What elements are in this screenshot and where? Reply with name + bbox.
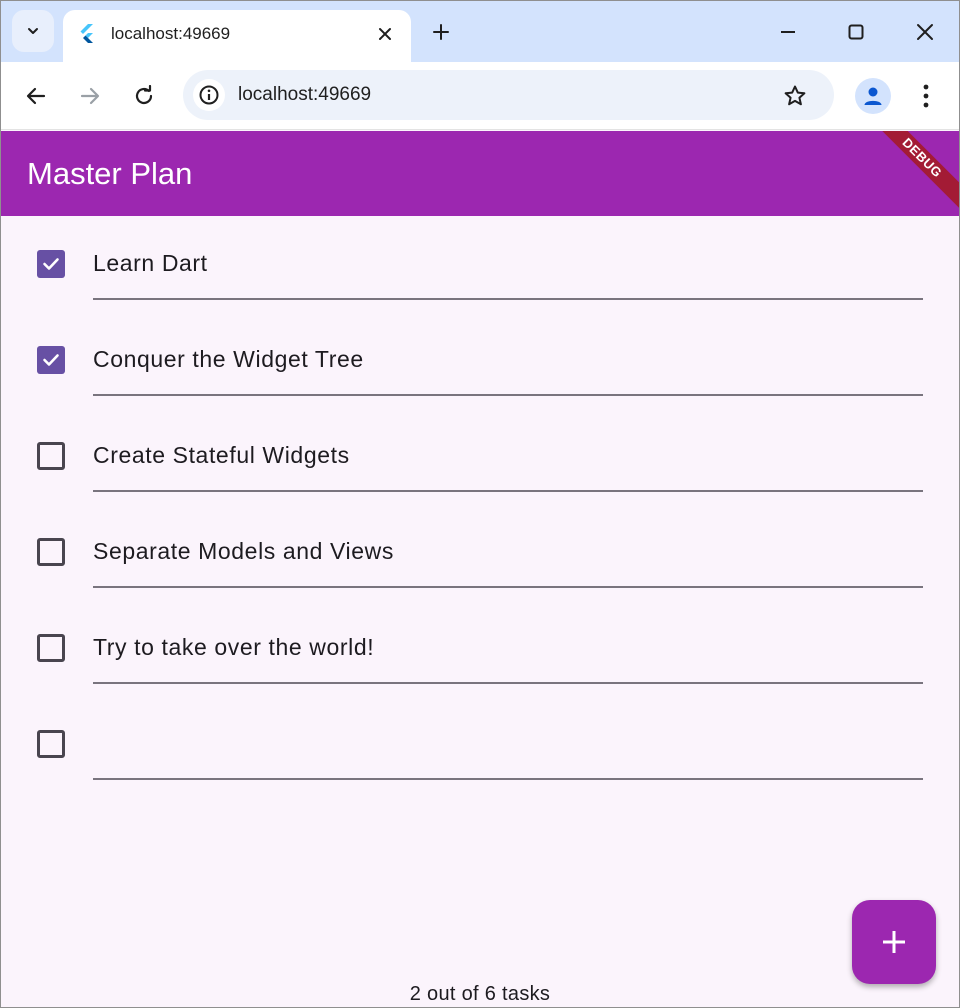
maximize-icon	[848, 24, 864, 40]
task-checkbox[interactable]	[37, 442, 65, 470]
reload-icon	[135, 85, 153, 105]
task-description-field[interactable]: Learn Dart	[93, 250, 208, 277]
task-description-field[interactable]: Try to take over the world!	[93, 634, 374, 661]
text-field-underline	[93, 298, 923, 300]
tab-strip: localhost:49669	[1, 1, 959, 62]
list-item: Learn Dart	[1, 216, 959, 312]
task-checkbox[interactable]	[37, 538, 65, 566]
task-checkbox[interactable]	[37, 346, 65, 374]
task-checkbox[interactable]	[37, 634, 65, 662]
text-field-underline	[93, 394, 923, 396]
profile-button[interactable]	[855, 78, 891, 114]
minimize-button[interactable]	[770, 15, 806, 49]
person-icon	[864, 87, 882, 105]
add-icon	[883, 931, 905, 953]
check-icon	[43, 258, 59, 270]
debug-banner: DEBUG	[862, 131, 959, 216]
page-title: Master Plan	[27, 156, 193, 191]
task-description-field[interactable]: Create Stateful Widgets	[93, 442, 350, 469]
reload-button[interactable]	[127, 79, 161, 113]
list-item: Try to take over the world!	[1, 600, 959, 696]
task-checkbox[interactable]	[37, 730, 65, 758]
browser-window: localhost:49669 localhost:49669 Master P…	[0, 0, 960, 1008]
task-checkbox[interactable]	[37, 250, 65, 278]
text-field-underline	[93, 586, 923, 588]
browser-tab[interactable]: localhost:49669	[63, 10, 411, 62]
add-task-button[interactable]	[852, 900, 936, 984]
site-info-button[interactable]	[193, 79, 225, 111]
bookmark-button[interactable]	[781, 82, 809, 110]
check-icon	[43, 354, 59, 366]
star-icon	[784, 85, 806, 106]
tab-close-button[interactable]	[373, 22, 397, 46]
url-text[interactable]: localhost:49669	[238, 84, 371, 106]
close-window-button[interactable]	[907, 15, 943, 49]
list-item: Separate Models and Views	[1, 504, 959, 600]
text-field-underline	[93, 682, 923, 684]
list-item: Create Stateful Widgets	[1, 408, 959, 504]
task-description-field[interactable]: Separate Models and Views	[93, 538, 394, 565]
arrow-left-icon	[26, 87, 46, 105]
list-item	[1, 696, 959, 792]
tab-search-button[interactable]	[12, 10, 54, 52]
flutter-logo-icon	[80, 24, 93, 43]
address-bar[interactable]: localhost:49669	[183, 70, 834, 120]
chevron-down-icon	[28, 28, 38, 34]
browser-menu-button[interactable]	[911, 79, 941, 113]
task-progress-text: 2 out of 6 tasks	[409, 983, 551, 1005]
new-tab-button[interactable]	[427, 18, 455, 46]
close-icon	[379, 28, 391, 40]
plus-icon	[433, 24, 449, 40]
text-field-underline	[93, 778, 923, 780]
tab-title: localhost:49669	[111, 24, 231, 43]
forward-button[interactable]	[73, 79, 107, 113]
list-item: Conquer the Widget Tree	[1, 312, 959, 408]
back-button[interactable]	[19, 79, 53, 113]
maximize-button[interactable]	[838, 15, 874, 49]
close-icon	[917, 24, 933, 40]
info-icon	[199, 85, 219, 105]
minimize-icon	[781, 31, 795, 33]
more-vert-icon	[923, 84, 929, 108]
browser-toolbar: localhost:49669	[1, 62, 959, 130]
task-description-field[interactable]: Conquer the Widget Tree	[93, 346, 364, 373]
app-bar: Master Plan DEBUG	[1, 131, 959, 216]
text-field-underline	[93, 490, 923, 492]
arrow-right-icon	[80, 87, 100, 105]
